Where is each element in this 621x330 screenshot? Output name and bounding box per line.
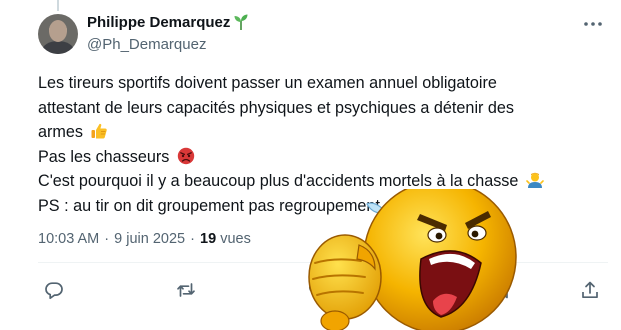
more-options-icon[interactable] <box>582 16 604 32</box>
author-name[interactable]: Philippe Demarquez <box>87 14 230 31</box>
sprout-icon <box>234 14 248 30</box>
thread-line <box>57 0 59 11</box>
tweet-line: Pas les chasseurs <box>38 145 608 170</box>
avatar[interactable] <box>38 14 78 54</box>
tweet-time[interactable]: 10:03 AM <box>38 231 99 247</box>
person-shrugging-emoji <box>526 172 544 188</box>
views-label: vues <box>220 231 251 247</box>
furious-fist-emoji <box>308 189 517 330</box>
retweet-icon <box>177 283 195 297</box>
meta-separator: · <box>104 231 110 247</box>
angry-face-emoji <box>177 147 195 164</box>
tweet-line: Les tireurs sportifs doivent passer un e… <box>38 74 497 92</box>
tweet-line: attestant de leurs capacités physiques e… <box>38 98 515 117</box>
meta-separator: · <box>190 231 195 247</box>
retweet-button[interactable] <box>176 280 196 300</box>
tweet-timestamp[interactable]: 10:03 AM · 9 juin 2025 · 19 vues <box>38 231 251 247</box>
thumbs-up-emoji <box>91 123 108 139</box>
reply-icon <box>45 282 63 300</box>
share-button[interactable] <box>580 280 600 300</box>
tweet-date[interactable]: 9 juin 2025 <box>114 231 185 247</box>
tweet-line: armes <box>38 120 608 145</box>
share-icon <box>582 281 598 299</box>
author-handle[interactable]: @Ph_Demarquez <box>87 36 206 53</box>
views-count: 19 <box>200 231 217 247</box>
reply-button[interactable] <box>44 280 64 300</box>
